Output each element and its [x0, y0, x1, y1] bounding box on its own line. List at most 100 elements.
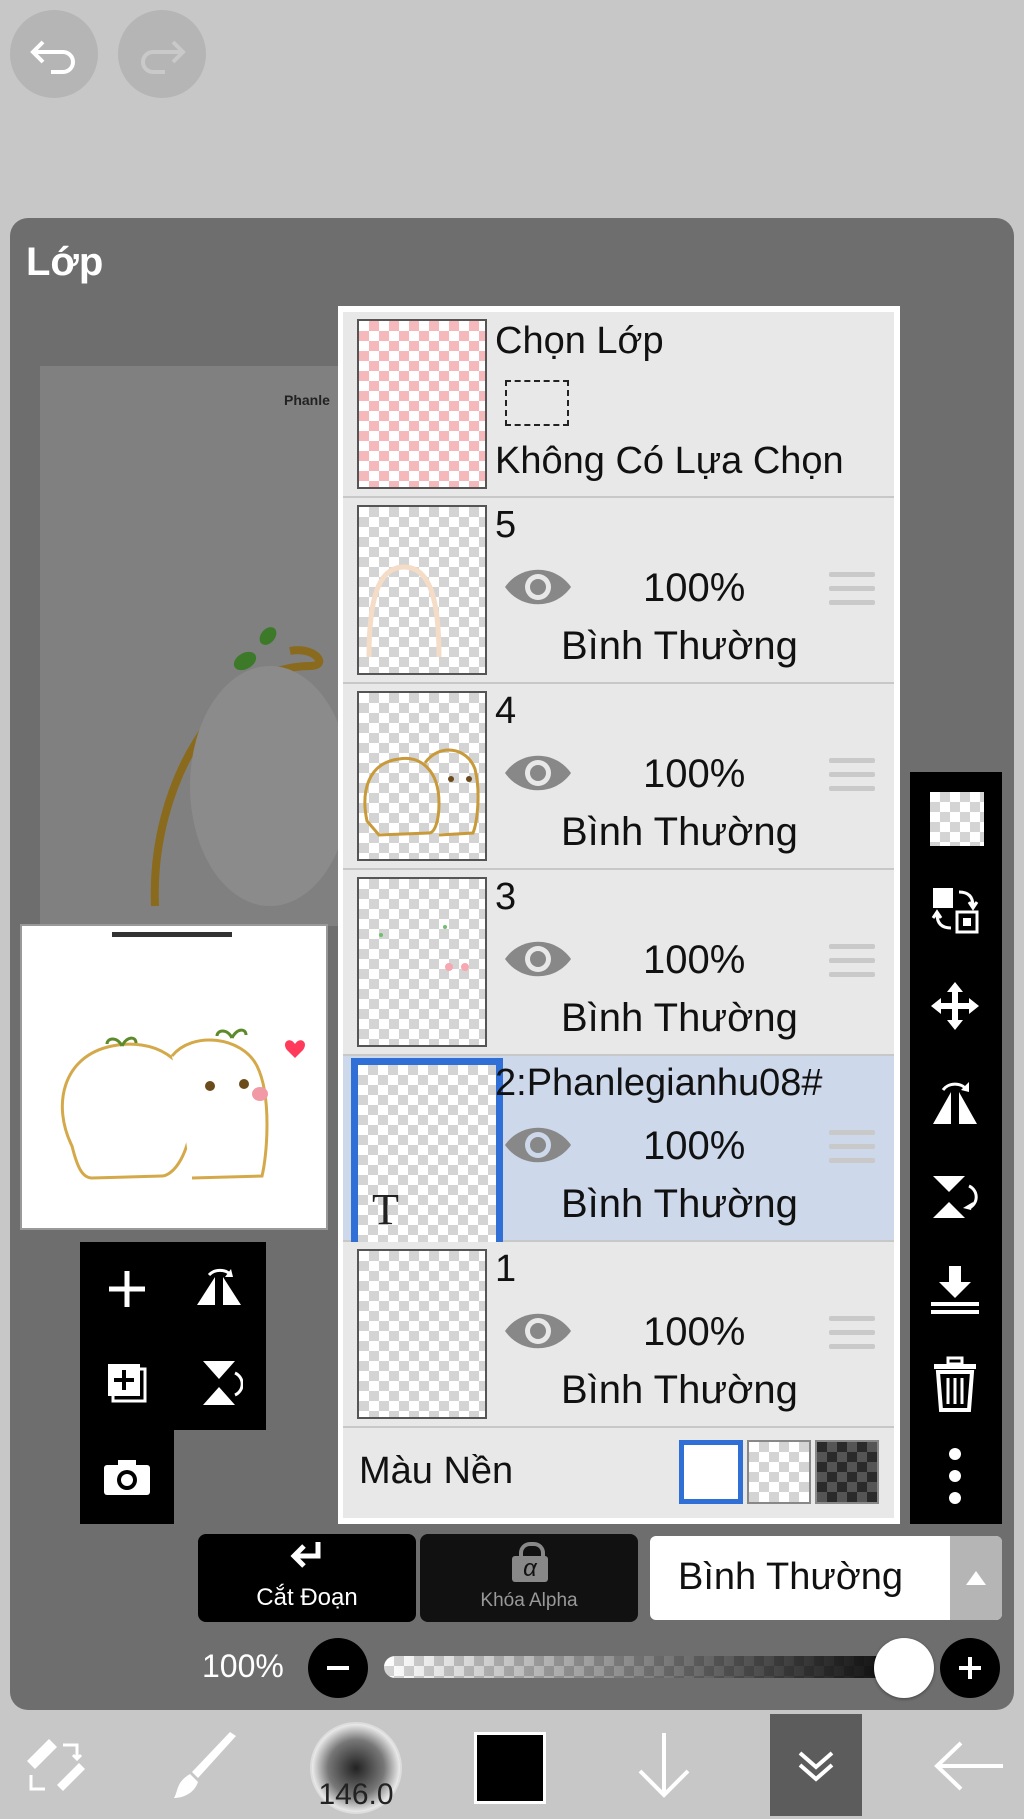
layer-blend-mode: Bình Thường	[561, 624, 798, 668]
transparency-icon[interactable]	[930, 792, 984, 846]
visibility-eye-icon[interactable]	[503, 1306, 573, 1356]
triangle-up-icon	[966, 1571, 986, 1585]
layer-swap-button[interactable]	[910, 880, 1000, 940]
transform-tool-button[interactable]	[16, 1726, 96, 1806]
move-button[interactable]	[910, 976, 1000, 1036]
delete-layer-button[interactable]	[910, 1354, 1000, 1414]
layer-row-2[interactable]: T 2:Phanlegianhu08# 100% Bình Thường	[343, 1056, 894, 1250]
layer-name: 4	[495, 690, 517, 732]
canvas-drawing	[150, 627, 350, 907]
panel-title: Lớp	[26, 240, 104, 284]
layer-thumbnail	[357, 1249, 487, 1419]
more-vertical-icon	[949, 1448, 961, 1504]
clipping-label: Cắt Đoạn	[256, 1584, 358, 1611]
layer-name: 3	[495, 876, 517, 918]
layer-thumbnail	[357, 877, 487, 1047]
text-layer-icon: T	[372, 1185, 399, 1234]
navigator-drawing	[60, 932, 305, 1180]
visibility-eye-icon[interactable]	[503, 1120, 573, 1170]
merge-down-icon	[931, 1266, 979, 1314]
flip-horizontal-button[interactable]	[172, 1242, 266, 1336]
alpha-symbol: α	[512, 1556, 548, 1582]
selection-layer-thumbnail	[357, 319, 487, 489]
layer-thumbnail	[357, 505, 487, 675]
blend-mode-dropdown[interactable]: Bình Thường	[650, 1536, 1002, 1620]
clipping-button[interactable]: Cắt Đoạn	[198, 1534, 416, 1622]
layer-opacity: 100%	[643, 1310, 746, 1354]
flip-vertical-right-button[interactable]	[910, 1166, 1000, 1226]
layer-row-4[interactable]: 4 100% Bình Thường	[343, 684, 894, 870]
drag-handle-icon[interactable]	[829, 758, 875, 800]
opacity-slider-thumb[interactable]	[874, 1638, 934, 1698]
brush-tool-button[interactable]	[166, 1726, 246, 1806]
layer-row-5[interactable]: 5 100% Bình Thường	[343, 498, 894, 684]
redo-icon	[141, 40, 186, 74]
blend-mode-arrow-button[interactable]	[950, 1536, 1002, 1620]
brush-size-button[interactable]: 146.0	[310, 1722, 402, 1814]
layer-opacity: 100%	[643, 566, 746, 610]
layer-blend-mode: Bình Thường	[561, 1182, 798, 1226]
layer-thumbnail	[357, 691, 487, 861]
brush-size-value: 146.0	[318, 1778, 394, 1811]
camera-icon	[104, 1460, 150, 1495]
layer-opacity: 100%	[643, 752, 746, 796]
visibility-eye-icon[interactable]	[503, 562, 573, 612]
visibility-eye-icon[interactable]	[503, 934, 573, 984]
alpha-lock-button[interactable]: α Khóa Alpha	[420, 1534, 638, 1622]
move-icon	[931, 982, 979, 1030]
canvas-preview: Phanle	[40, 366, 350, 926]
navigator-thumbnail[interactable]	[20, 924, 328, 1230]
background-color-row: Màu Nền	[343, 1428, 894, 1518]
trash-icon	[934, 1356, 976, 1412]
clip-arrow-icon	[290, 1542, 321, 1568]
layer-blend-mode: Bình Thường	[561, 1368, 798, 1412]
brush-icon	[174, 1732, 236, 1798]
opacity-decrease-button[interactable]	[308, 1638, 368, 1698]
layers-panel-toggle-button[interactable]	[770, 1714, 862, 1816]
camera-import-button[interactable]	[80, 1430, 174, 1524]
more-options-button[interactable]	[910, 1446, 1000, 1506]
back-button[interactable]	[926, 1724, 1012, 1808]
transform-icon	[27, 1739, 85, 1791]
color-swatch-button[interactable]	[474, 1732, 546, 1804]
arrow-left-icon	[934, 1741, 1003, 1791]
opacity-increase-button[interactable]	[940, 1638, 1000, 1698]
plus-icon	[109, 1271, 145, 1307]
background-white-swatch[interactable]	[679, 1440, 743, 1504]
layer-name: 2:Phanlegianhu08#	[495, 1062, 823, 1104]
drag-handle-icon[interactable]	[829, 572, 875, 614]
layer-thumbnail-art	[379, 925, 469, 971]
layer-row-1[interactable]: 1 100% Bình Thường	[343, 1242, 894, 1428]
plus-icon	[959, 1657, 981, 1679]
add-layer-copy-button[interactable]	[80, 1336, 174, 1430]
selection-layer-title: Chọn Lớp	[495, 320, 664, 362]
opacity-label: 100%	[202, 1648, 284, 1684]
layer-row-3[interactable]: 3 100% Bình Thường	[343, 870, 894, 1056]
drag-handle-icon[interactable]	[829, 1130, 875, 1172]
blend-mode-value: Bình Thường	[678, 1556, 904, 1598]
undo-button[interactable]	[10, 10, 98, 98]
download-arrow-button[interactable]	[624, 1724, 704, 1808]
background-dark-swatch[interactable]	[815, 1440, 879, 1504]
layer-opacity: 100%	[643, 1124, 746, 1168]
arrow-down-icon	[638, 1733, 690, 1798]
layer-thumbnail-art	[366, 564, 442, 658]
layer-thumbnail-art	[363, 748, 480, 837]
flip-horizontal-right-button[interactable]	[910, 1072, 1000, 1132]
redo-button[interactable]	[118, 10, 206, 98]
add-layer-button[interactable]	[80, 1242, 174, 1336]
opacity-slider-track[interactable]	[384, 1656, 924, 1678]
drag-handle-icon[interactable]	[829, 1316, 875, 1358]
layer-name: 5	[495, 504, 517, 546]
flip-vertical-icon	[933, 1176, 978, 1218]
drag-handle-icon[interactable]	[829, 944, 875, 986]
flip-vertical-icon	[203, 1361, 243, 1405]
flip-horizontal-icon	[933, 1082, 977, 1124]
alpha-lock-label: Khóa Alpha	[480, 1590, 578, 1611]
selection-status: Không Có Lựa Chọn	[495, 440, 844, 482]
visibility-eye-icon[interactable]	[503, 748, 573, 798]
background-transparent-swatch[interactable]	[747, 1440, 811, 1504]
flip-vertical-button[interactable]	[172, 1336, 266, 1430]
merge-down-button[interactable]	[910, 1260, 1000, 1320]
selection-layer-row[interactable]: Chọn Lớp Không Có Lựa Chọn	[343, 312, 894, 498]
